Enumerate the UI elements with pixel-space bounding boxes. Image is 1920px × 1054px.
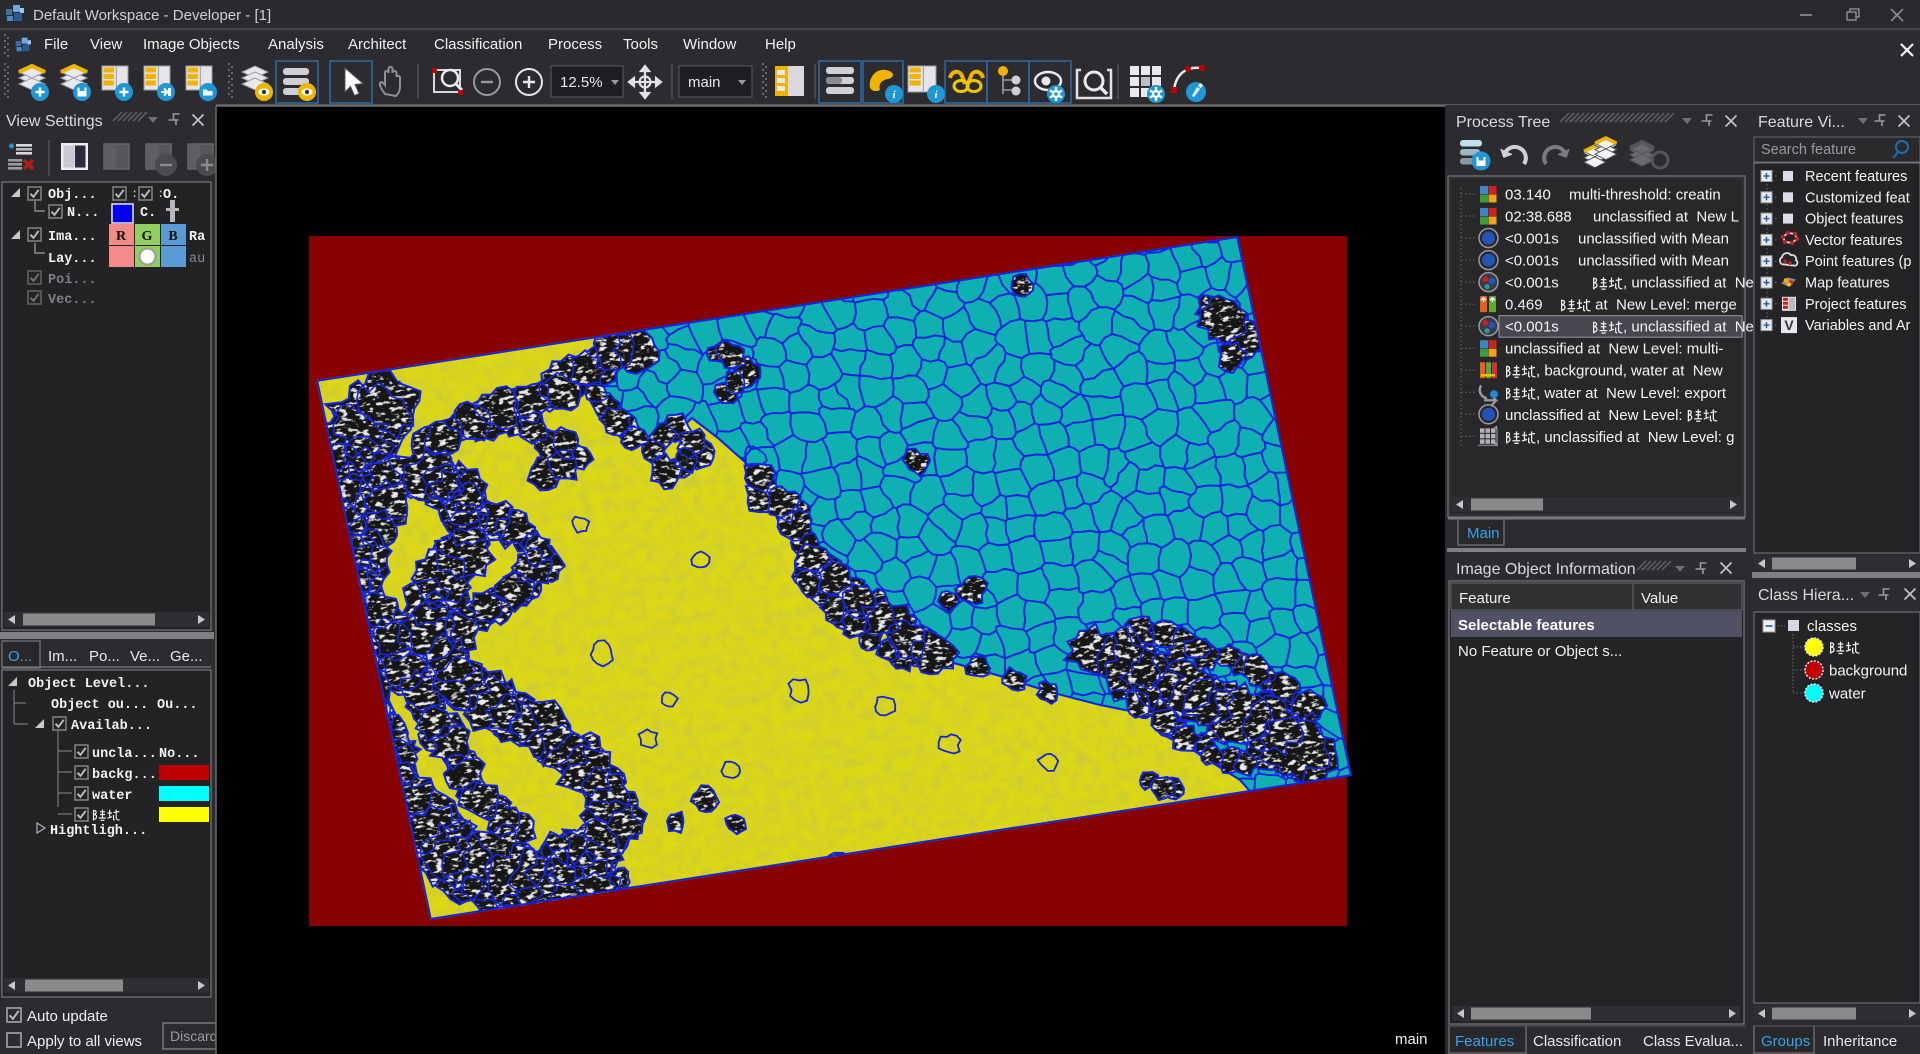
svg-text:Inheritance: Inheritance	[1823, 1033, 1897, 1050]
svg-text:R: R	[116, 229, 127, 244]
svg-text:No Feature or Object s...: No Feature or Object s...	[1458, 643, 1622, 660]
svg-text:at New Level: merge: at New Level: merge	[1591, 297, 1737, 314]
svg-text:N...: N...	[67, 206, 99, 221]
svg-text:Feature Vi...: Feature Vi...	[1758, 114, 1845, 131]
svg-text:Obj...: Obj...	[48, 188, 97, 203]
svg-text:Ra: Ra	[189, 230, 205, 245]
svg-text:unclassified with Mean: unclassified with Mean	[1578, 253, 1729, 270]
svg-text:Selectable features: Selectable features	[1458, 617, 1595, 634]
svg-text:Window: Window	[683, 36, 737, 53]
svg-text:G: G	[142, 229, 153, 244]
svg-text:Availab...: Availab...	[71, 719, 152, 734]
svg-text:, water at New Level: export: , water at New Level: export	[1536, 385, 1727, 402]
svg-text:Tools: Tools	[623, 36, 658, 53]
svg-text:Default Workspace - Developer: Default Workspace - Developer - [1]	[33, 7, 271, 24]
svg-text:classes: classes	[1807, 618, 1857, 635]
svg-text:<0.001s: <0.001s	[1505, 253, 1559, 270]
svg-text:Vec...: Vec...	[48, 293, 97, 308]
svg-text:Image Objects: Image Objects	[143, 36, 240, 53]
svg-text:Apply to all views: Apply to all views	[27, 1033, 142, 1050]
svg-text:Vector features: Vector features	[1805, 233, 1903, 249]
svg-text:Process: Process	[548, 36, 602, 53]
svg-text:Ima...: Ima...	[48, 230, 97, 245]
svg-text:C.: C.	[140, 206, 156, 221]
svg-text:Ge...: Ge...	[170, 648, 203, 665]
svg-text:unclassified at New Level:: unclassified at New Level:	[1505, 407, 1687, 424]
svg-text:0.469: 0.469	[1505, 297, 1543, 314]
svg-text:<0.001s: <0.001s	[1505, 319, 1559, 336]
svg-text:File: File	[44, 36, 68, 53]
svg-text:uncla...: uncla...	[92, 747, 157, 762]
svg-text:Architect: Architect	[348, 36, 407, 53]
svg-text:02:38.688: 02:38.688	[1505, 209, 1572, 226]
svg-text:Auto update: Auto update	[27, 1008, 108, 1025]
svg-text:au: au	[189, 252, 205, 267]
svg-text:main: main	[688, 74, 721, 91]
svg-text:Process Tree: Process Tree	[1456, 114, 1550, 131]
svg-text:Hightligh...: Hightligh...	[50, 824, 147, 839]
svg-text:Features: Features	[1455, 1033, 1514, 1050]
svg-text:unclassified with Mean: unclassified with Mean	[1578, 231, 1729, 248]
svg-text:Lay...: Lay...	[48, 252, 97, 267]
svg-text:Ou...: Ou...	[157, 698, 198, 713]
svg-text:Recent features: Recent features	[1805, 169, 1907, 185]
svg-text:, unclassified at Ne: , unclassified at Ne	[1623, 319, 1754, 336]
svg-text:backg...: backg...	[92, 768, 157, 783]
svg-text:B: B	[168, 229, 177, 244]
svg-text:water: water	[1828, 686, 1866, 703]
svg-text:Classification: Classification	[1533, 1033, 1621, 1050]
svg-text:Ve...: Ve...	[130, 648, 160, 665]
svg-text:unclassified at New Level: mu: unclassified at New Level: multi-	[1505, 341, 1723, 358]
svg-text:, unclassified at New Level:: , unclassified at New Level: g	[1536, 429, 1734, 446]
svg-text:unclassified at New L: unclassified at New L	[1593, 209, 1739, 226]
svg-text:Analysis: Analysis	[268, 36, 324, 53]
svg-text:Object Level...: Object Level...	[28, 677, 150, 692]
svg-text:background: background	[1829, 663, 1907, 680]
svg-text:O...: O...	[8, 648, 32, 665]
svg-text:<0.001s: <0.001s	[1505, 231, 1559, 248]
svg-text:Discard: Discard	[170, 1028, 217, 1044]
svg-text:03.140: 03.140	[1505, 187, 1551, 204]
svg-text:Object ou...: Object ou...	[51, 698, 148, 713]
svg-text::: :	[131, 187, 138, 201]
svg-text:Feature: Feature	[1459, 590, 1511, 607]
svg-text:Value: Value	[1641, 590, 1678, 607]
svg-text:, unclassified at Ne: , unclassified at Ne	[1623, 275, 1754, 292]
svg-text:<0.001s: <0.001s	[1505, 275, 1559, 292]
svg-text:V: V	[1784, 317, 1794, 333]
svg-text:Variables and Ar: Variables and Ar	[1805, 318, 1910, 334]
svg-text:Project features: Project features	[1805, 297, 1907, 313]
svg-text:Classification: Classification	[434, 36, 522, 53]
svg-text:Object features: Object features	[1805, 212, 1903, 228]
svg-text:Im...: Im...	[48, 648, 77, 665]
svg-text:View: View	[90, 36, 122, 53]
svg-text:main: main	[1395, 1031, 1428, 1048]
svg-text:No...: No...	[159, 747, 200, 762]
svg-text:water: water	[92, 789, 133, 804]
svg-text:Class Evalua...: Class Evalua...	[1643, 1033, 1743, 1050]
svg-text:Image Object Information: Image Object Information	[1456, 561, 1636, 578]
svg-text:Groups: Groups	[1761, 1033, 1810, 1050]
svg-text:Class Hiera...: Class Hiera...	[1758, 587, 1854, 604]
svg-text:Map features: Map features	[1805, 276, 1890, 292]
svg-text:, background, water at New: , background, water at New	[1536, 363, 1723, 380]
svg-text:multi-threshold: creatin: multi-threshold: creatin	[1569, 187, 1721, 204]
svg-text:Help: Help	[765, 36, 796, 53]
svg-text:12.5%: 12.5%	[560, 74, 603, 91]
svg-text:Poi...: Poi...	[48, 273, 97, 288]
svg-text:View Settings: View Settings	[6, 113, 103, 130]
svg-text:Po...: Po...	[89, 648, 120, 665]
svg-text:Customized feat: Customized feat	[1805, 190, 1910, 206]
svg-text:Search feature: Search feature	[1761, 142, 1856, 158]
svg-text:Point features (p: Point features (p	[1805, 254, 1911, 270]
svg-text:Main: Main	[1467, 525, 1500, 542]
